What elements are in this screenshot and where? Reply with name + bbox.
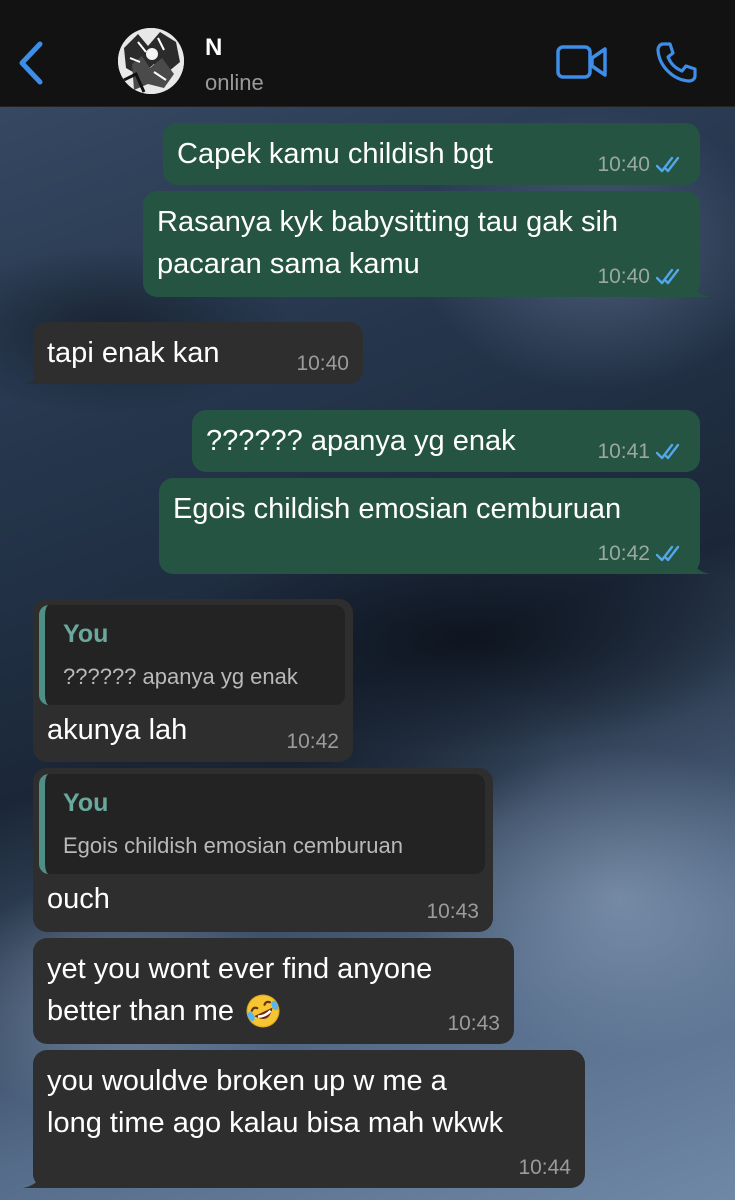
contact-status: online	[205, 70, 264, 95]
message-line: long time ago kalau bisa mah wkwk	[47, 1107, 504, 1139]
message-time: 10:40	[597, 153, 650, 176]
message-line-text: better than me	[47, 995, 234, 1027]
message-meta: 10:42	[597, 542, 686, 566]
message-meta: 10:43	[426, 900, 479, 924]
phone-icon	[656, 42, 697, 83]
message-text: akunya lah	[47, 714, 188, 746]
quoted-reply[interactable]: You Egois childish emosian cemburuan	[39, 774, 485, 874]
message-text: you wouldve broken up w me a long time a…	[47, 1060, 503, 1144]
message-time: 10:42	[597, 542, 650, 565]
message-time: 10:43	[447, 1012, 500, 1035]
bubble-tail	[23, 1166, 45, 1188]
message-text: tapi enak kan	[47, 337, 220, 369]
bubble-tail	[23, 362, 45, 384]
double-check-read-icon	[656, 545, 680, 562]
message-bubble-incoming[interactable]: yet you wont ever find anyone better tha…	[33, 938, 514, 1044]
quoted-text: Egois childish emosian cemburuan	[63, 833, 403, 858]
message-meta: 10:41	[597, 440, 686, 464]
message-text: ?????? apanya yg enak	[206, 425, 516, 457]
message-line: pacaran sama kamu	[157, 248, 420, 280]
message-meta: 10:44	[518, 1156, 571, 1180]
video-call-button[interactable]	[556, 44, 608, 80]
rolling-on-floor-laughing-emoji	[246, 994, 280, 1028]
message-meta: 10:40	[597, 153, 686, 177]
message-line: better than me	[47, 990, 432, 1032]
message-line: Rasanya kyk babysitting tau gak sih	[157, 206, 619, 238]
message-time: 10:40	[597, 265, 650, 288]
message-meta: 10:40	[597, 265, 686, 289]
message-bubble-incoming[interactable]: you wouldve broken up w me a long time a…	[23, 1050, 585, 1188]
double-check-read-icon	[656, 443, 680, 460]
quoted-text: ?????? apanya yg enak	[63, 664, 298, 689]
message-text: yet you wont ever find anyone better tha…	[47, 948, 432, 1032]
voice-call-button[interactable]	[654, 40, 698, 84]
video-camera-icon	[556, 45, 607, 79]
quoted-author: You	[63, 789, 109, 817]
bubble-tail	[688, 275, 710, 297]
message-text: Egois childish emosian cemburuan	[173, 493, 622, 525]
message-time: 10:41	[597, 440, 650, 463]
message-meta: 10:40	[296, 352, 349, 376]
double-check-read-icon	[656, 156, 680, 173]
message-bubble-incoming[interactable]: You ?????? apanya yg enak akunya lah 10:…	[33, 599, 353, 762]
message-text: Rasanya kyk babysitting tau gak sih paca…	[157, 201, 618, 285]
message-bubble-incoming[interactable]: You Egois childish emosian cemburuan ouc…	[33, 768, 493, 932]
chevron-left-icon	[19, 41, 43, 85]
quoted-author: You	[63, 620, 109, 648]
message-bubble-incoming[interactable]: tapi enak kan 10:40	[23, 322, 363, 384]
bubble-tail	[688, 552, 710, 574]
double-check-read-icon	[656, 268, 680, 285]
message-bubble-outgoing[interactable]: Egois childish emosian cemburuan 10:42	[159, 478, 710, 574]
avatar-image	[118, 28, 184, 94]
message-meta: 10:42	[286, 730, 339, 754]
chat-header: N online	[0, 0, 735, 107]
message-bubble-outgoing[interactable]: ?????? apanya yg enak 10:41	[192, 410, 700, 472]
message-meta: 10:43	[447, 1012, 500, 1036]
message-text: Capek kamu childish bgt	[177, 138, 493, 170]
message-bubble-outgoing[interactable]: Rasanya kyk babysitting tau gak sih paca…	[143, 191, 710, 297]
contact-name[interactable]: N	[205, 34, 222, 62]
message-time: 10:40	[296, 352, 349, 375]
avatar[interactable]	[118, 28, 184, 94]
back-button[interactable]	[14, 40, 50, 86]
message-time: 10:44	[518, 1156, 571, 1179]
message-text: ouch	[47, 883, 110, 915]
message-time: 10:42	[286, 730, 339, 753]
message-time: 10:43	[426, 900, 479, 923]
quoted-reply[interactable]: You ?????? apanya yg enak	[39, 605, 345, 705]
message-line: yet you wont ever find anyone	[47, 953, 433, 985]
message-line: you wouldve broken up w me a	[47, 1065, 447, 1097]
message-bubble-outgoing[interactable]: Capek kamu childish bgt 10:40	[163, 123, 700, 185]
